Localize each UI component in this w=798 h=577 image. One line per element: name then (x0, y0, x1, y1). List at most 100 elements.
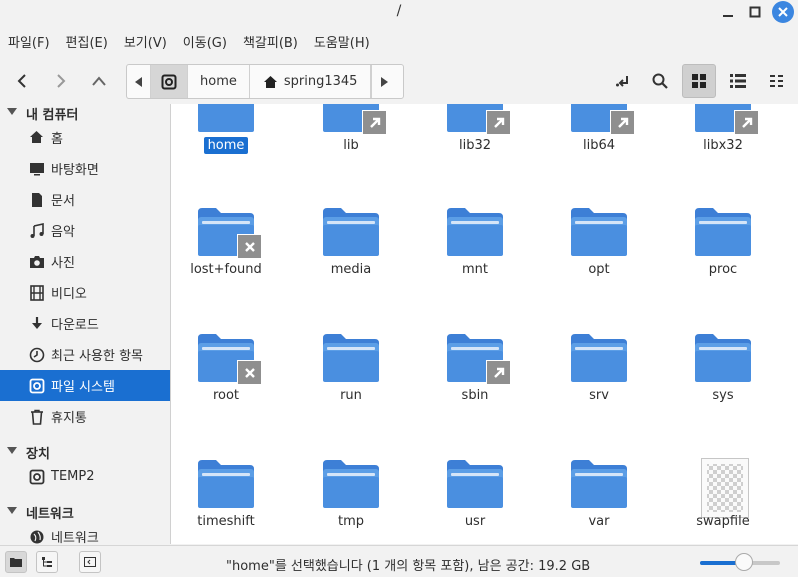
folder-item[interactable]: libx32 (668, 104, 778, 184)
sidebar-item[interactable]: 비디오 (0, 277, 170, 308)
file-name-text: root (212, 388, 240, 403)
sidebar-item-label: 비디오 (51, 287, 87, 302)
menu-item[interactable]: 보기(V) (116, 33, 175, 55)
folder-item[interactable]: mnt (420, 208, 530, 308)
file-name-text: usr (464, 514, 486, 529)
menu-item[interactable]: 이동(G) (175, 33, 235, 55)
menu-item[interactable]: 편집(E) (58, 33, 116, 55)
download-icon (29, 316, 45, 332)
list-icon (730, 74, 746, 88)
zoom-slider-handle[interactable] (735, 553, 753, 571)
icon-view-button[interactable] (682, 64, 716, 98)
close-icon (778, 7, 788, 17)
folder-item[interactable]: home (171, 104, 281, 184)
folder-item[interactable]: opt (544, 208, 654, 308)
menu-item[interactable]: 도움말(H) (306, 33, 378, 55)
file-name: root (171, 388, 281, 403)
search-button[interactable] (643, 64, 677, 98)
triangle-down-icon[interactable] (0, 107, 24, 119)
compact-view-button[interactable] (760, 64, 794, 98)
file-name: media (296, 262, 406, 277)
network-icon (29, 529, 45, 545)
folder-item[interactable]: lib64 (544, 104, 654, 184)
sidebar-item[interactable]: TEMP2 (0, 461, 170, 492)
sidebar-item[interactable]: 휴지통 (0, 401, 170, 432)
triangle-right-icon (380, 76, 388, 87)
folder-item[interactable]: proc (668, 208, 778, 308)
triangle-down-icon[interactable] (0, 506, 24, 518)
close-button[interactable] (772, 1, 794, 23)
folder-item[interactable]: lib32 (420, 104, 530, 184)
file-name-text: mnt (462, 262, 488, 277)
folder-icon (695, 334, 751, 382)
path-scroll-right-button[interactable] (371, 65, 395, 98)
back-button[interactable] (8, 68, 36, 94)
list-view-button[interactable] (721, 64, 755, 98)
file-name-text: lib32 (458, 138, 492, 153)
path-segment-user[interactable]: spring1345 (250, 65, 372, 98)
location-toggle-button[interactable] (606, 64, 640, 98)
file-name: run (296, 388, 406, 403)
folder-item[interactable]: lost+found (171, 208, 281, 308)
sidebar-item-label: 최근 사용한 항목 (51, 349, 143, 364)
path-bar: home spring1345 (126, 64, 404, 99)
folder-icon (571, 208, 627, 256)
folder-item[interactable]: var (544, 460, 654, 544)
sidebar-item[interactable]: 최근 사용한 항목 (0, 339, 170, 370)
file-name: lib32 (420, 138, 530, 153)
menu-bar: 파일(F) 편집(E) 보기(V) 이동(G) 책갈피(B) 도움말(H) (0, 33, 378, 55)
file-name-text: libx32 (703, 138, 743, 153)
symlink-emblem-icon (734, 110, 759, 135)
minimize-icon (723, 15, 733, 17)
sidebar-section-label: 내 컴퓨터 (26, 107, 79, 123)
forward-button[interactable] (47, 68, 75, 94)
folder-item[interactable]: sbin (420, 334, 530, 434)
folder-item[interactable]: root (171, 334, 281, 434)
file-view[interactable]: home lib lib32 lib64 libx32 lost+found media mn… (171, 104, 798, 544)
search-icon (652, 73, 668, 89)
file-name-text: lost+found (190, 262, 262, 277)
sidebar-item[interactable]: 바탕화면 (0, 153, 170, 184)
menu-item[interactable]: 파일(F) (0, 33, 58, 55)
maximize-button[interactable] (745, 2, 765, 22)
folder-item[interactable]: lib (296, 104, 406, 184)
folder-item[interactable]: srv (544, 334, 654, 434)
sidebar-item[interactable]: 홈 (0, 122, 170, 153)
file-name-text: var (588, 514, 610, 529)
file-name-text: media (330, 262, 372, 277)
folder-item[interactable]: tmp (296, 460, 406, 544)
sidebar-item[interactable]: 네트워크 (0, 521, 170, 544)
sidebar-item[interactable]: 다운로드 (0, 308, 170, 339)
maximize-icon (749, 6, 761, 18)
folder-icon (571, 334, 627, 382)
folder-item[interactable]: sys (668, 334, 778, 434)
sidebar-item[interactable]: 음악 (0, 215, 170, 246)
triangle-down-icon[interactable] (0, 446, 24, 458)
sidebar-section-label: 네트워크 (26, 506, 74, 522)
file-name-text: sbin (461, 388, 489, 403)
sidebar: 내 컴퓨터 홈 바탕화면 문서 음악 사진비디오다운로드최근 사용한 항목파일 시스템 휴지… (0, 104, 170, 544)
folder-item[interactable]: media (296, 208, 406, 308)
film-icon (29, 284, 45, 301)
folder-item[interactable]: timeshift (171, 460, 281, 544)
minimize-button[interactable] (718, 2, 738, 22)
path-scroll-left-button[interactable] (127, 65, 151, 98)
up-button[interactable] (85, 68, 113, 94)
path-segment-home[interactable]: home (188, 65, 250, 98)
compact-grid-icon (770, 75, 783, 87)
folder-item[interactable]: usr (420, 460, 530, 544)
file-item[interactable]: swapfile (668, 458, 778, 544)
drive-icon (29, 378, 45, 394)
toggle-sidebar-button[interactable] (79, 551, 101, 573)
sidebar-item[interactable]: 문서 (0, 184, 170, 215)
menu-item[interactable]: 책갈피(B) (235, 33, 306, 55)
sidebar-item[interactable]: 사진 (0, 246, 170, 277)
path-segment-root[interactable] (151, 65, 188, 98)
window-title: / (396, 3, 402, 19)
show-treeview-button[interactable] (36, 551, 58, 573)
path-segment-label: spring1345 (283, 74, 358, 89)
folder-item[interactable]: run (296, 334, 406, 434)
sidebar-item[interactable]: 파일 시스템 (0, 370, 170, 401)
show-places-button[interactable] (5, 551, 27, 573)
desktop-icon (29, 161, 45, 177)
